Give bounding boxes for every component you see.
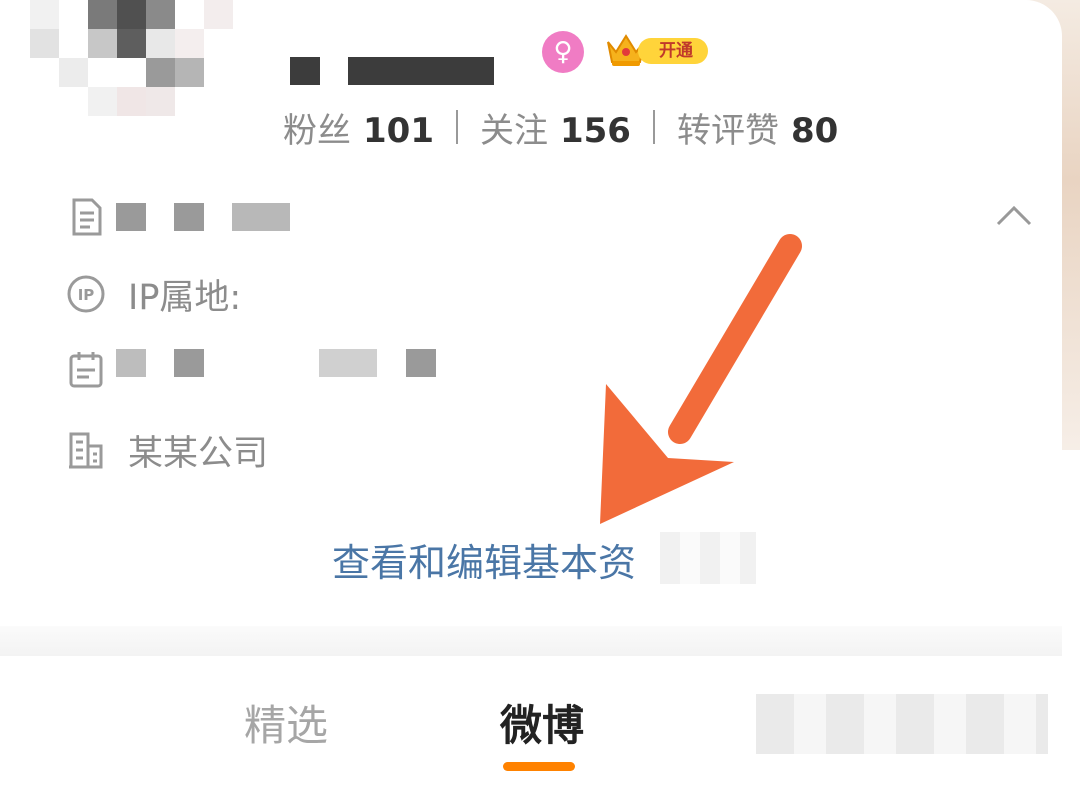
ip-icon: IP	[67, 275, 105, 313]
birthday-redacted	[116, 349, 146, 377]
stat-divider	[455, 110, 458, 144]
company-name: 某某公司	[128, 433, 269, 474]
calendar-icon	[69, 352, 103, 388]
female-icon: ♀	[542, 31, 584, 73]
followers-count: 101	[363, 110, 434, 151]
following-count: 156	[559, 110, 631, 151]
bio-redacted	[232, 203, 290, 231]
link-redacted	[660, 532, 756, 584]
ip-location-row: IP IP属地:	[66, 270, 241, 318]
document-icon	[72, 198, 102, 236]
profile-stats: 粉丝 101 关注 156 转评赞 80	[283, 103, 838, 152]
svg-text:IP: IP	[78, 286, 95, 304]
followers-label: 粉丝	[283, 110, 351, 151]
bio-redacted	[116, 203, 146, 231]
active-tab-indicator	[503, 762, 575, 771]
ip-location-label: IP属地:	[128, 277, 242, 318]
chevron-up-icon[interactable]	[994, 202, 1034, 230]
company-icon	[69, 432, 103, 469]
interactions-count: 80	[790, 110, 839, 151]
following-stat[interactable]: 关注 156	[480, 103, 631, 152]
avatar[interactable]	[30, 0, 262, 145]
profile-card: ♀ 开通 粉丝 101 关注 156 转评赞 80 IP IP属地: 某某公司 …	[0, 0, 1062, 810]
vip-open-badge[interactable]: 开通	[604, 30, 708, 70]
stat-divider	[652, 110, 655, 144]
view-edit-profile-link[interactable]: 查看和编辑基本资	[332, 532, 636, 587]
vip-open-label: 开通	[638, 38, 708, 64]
following-label: 关注	[479, 110, 548, 151]
interactions-label: 转评赞	[676, 110, 779, 151]
tabs-redacted	[756, 694, 1048, 754]
username-redacted	[348, 57, 494, 85]
company-row: 某某公司	[66, 426, 268, 474]
bio-redacted	[174, 203, 204, 231]
birthday-redacted	[319, 349, 377, 377]
followers-stat[interactable]: 粉丝 101	[283, 103, 434, 152]
tab-weibo[interactable]: 微博	[500, 692, 584, 753]
birthday-redacted	[174, 349, 204, 377]
birthday-redacted	[406, 349, 436, 377]
username-redacted	[290, 57, 320, 85]
interactions-stat[interactable]: 转评赞 80	[677, 103, 838, 152]
section-divider	[0, 626, 1062, 656]
tab-featured[interactable]: 精选	[244, 692, 328, 753]
